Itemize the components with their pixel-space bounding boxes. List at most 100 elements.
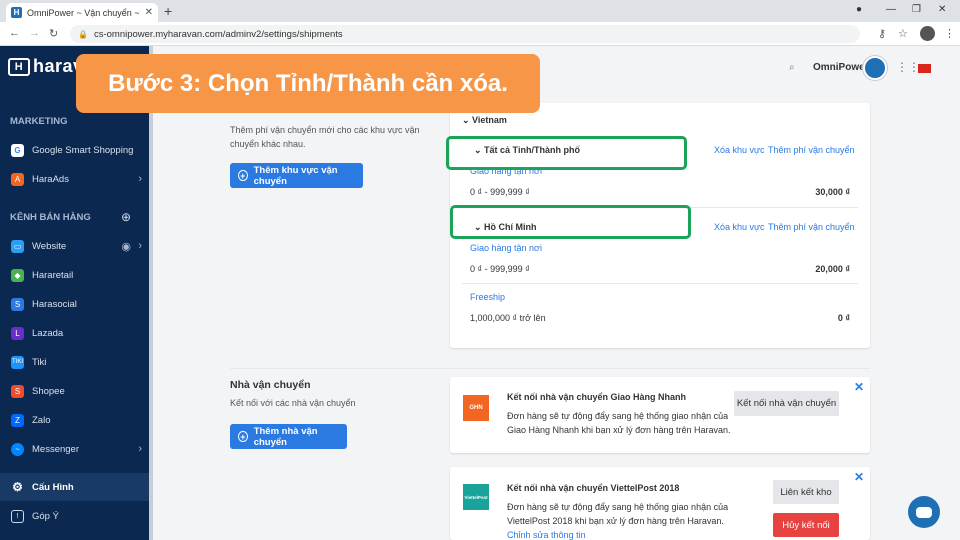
- link-warehouse-button[interactable]: Liên kết kho: [773, 480, 839, 504]
- sidebar-item-label: Tiki: [32, 356, 47, 368]
- lazada-icon: L: [11, 326, 24, 340]
- address-bar: ← → ↻ 🔒 cs-omnipower.myharavan.com/admin…: [0, 22, 960, 46]
- messenger-icon: ~: [11, 442, 24, 456]
- haravan-favicon-icon: H: [11, 7, 22, 18]
- haraads-icon: A: [11, 172, 24, 186]
- haravan-logo[interactable]: Hharav: [8, 56, 84, 77]
- website-icon: ▭: [11, 239, 24, 253]
- sidebar-item-google-smart-shopping[interactable]: G Google Smart Shopping: [0, 136, 149, 164]
- highlight-ho-chi-minh: [450, 205, 691, 239]
- shopee-icon: S: [11, 384, 24, 398]
- sidebar-item-settings[interactable]: ⚙ Cấu Hình: [0, 473, 149, 501]
- sidebar-item-shopee[interactable]: S Shopee: [0, 377, 149, 405]
- store-name[interactable]: OmniPower: [813, 62, 869, 73]
- maximize-icon[interactable]: ❐: [912, 4, 921, 15]
- zalo-icon: Z: [11, 413, 24, 427]
- search-icon[interactable]: ⌕: [789, 62, 795, 73]
- button-label: Thêm khu vực vận chuyển: [253, 164, 338, 187]
- rate-range: 0 ₫ - 999,999 ₫: [470, 187, 530, 197]
- close-tab-icon[interactable]: ✕: [145, 7, 153, 18]
- sidebar: Hharav MARKETING G Google Smart Shopping…: [0, 46, 149, 540]
- rate-price: 20,000 ₫: [815, 264, 850, 274]
- close-window-icon[interactable]: ✕: [938, 4, 946, 15]
- sidebar-item-messenger[interactable]: ~ Messenger ›: [0, 435, 149, 463]
- store-avatar[interactable]: [863, 56, 887, 80]
- sidebar-item-label: HaraAds: [32, 173, 69, 185]
- eye-icon[interactable]: ◉: [121, 240, 131, 253]
- section-marketing: MARKETING: [10, 116, 68, 127]
- plus-circle-icon: +: [238, 170, 248, 181]
- forward-icon[interactable]: →: [29, 27, 40, 39]
- add-shipping-zone-button[interactable]: + Thêm khu vực vận chuyển: [230, 163, 363, 188]
- close-icon[interactable]: ✕: [854, 470, 864, 484]
- add-carrier-button[interactable]: + Thêm nhà vận chuyển: [230, 424, 347, 449]
- chevron-right-icon: ›: [138, 173, 142, 185]
- tiki-icon: TIKI: [11, 355, 24, 369]
- carriers-description: Kết nối với các nhà vận chuyển: [230, 398, 356, 408]
- back-icon[interactable]: ←: [9, 27, 20, 39]
- sidebar-item-hararetail[interactable]: ◆ Hararetail: [0, 261, 149, 289]
- hararetail-icon: ◆: [11, 268, 24, 282]
- carrier-card-ghn: GHN Kết nối nhà vận chuyển Giao Hàng Nha…: [450, 377, 870, 453]
- add-channel-icon[interactable]: ⊕: [121, 210, 131, 224]
- disconnect-button[interactable]: Hủy kết nối: [773, 513, 839, 537]
- add-fee-link[interactable]: Thêm phí vận chuyển: [768, 145, 855, 155]
- sidebar-item-haraads[interactable]: A HaraAds ›: [0, 165, 149, 193]
- more-menu-icon[interactable]: ⋮: [944, 27, 955, 40]
- carrier-title: Kết nối nhà vận chuyển ViettelPost 2018: [507, 483, 680, 493]
- rate-price: 0 ₫: [837, 313, 850, 323]
- profile-avatar-icon[interactable]: [920, 26, 935, 41]
- zones-description: Thêm phí vận chuyển mới cho các khu vực …: [230, 125, 420, 149]
- new-tab-icon[interactable]: +: [164, 3, 172, 19]
- account-circle-icon[interactable]: ●: [856, 4, 862, 15]
- delete-zone-link[interactable]: Xóa khu vực: [714, 145, 765, 155]
- carrier-description: Đơn hàng sẽ tự động đẩy sang hệ thống gi…: [507, 502, 729, 526]
- ghn-logo: GHN: [463, 395, 489, 421]
- highlight-all-provinces: [446, 136, 687, 170]
- delete-zone-link[interactable]: Xóa khu vực: [714, 222, 765, 232]
- tutorial-step-banner: Bước 3: Chọn Tỉnh/Thành cần xóa.: [76, 54, 540, 113]
- sidebar-item-website[interactable]: ▭ Website ◉ ›: [0, 232, 149, 260]
- rate-name-link[interactable]: Giao hàng tận nơi: [470, 243, 542, 253]
- sidebar-item-tiki[interactable]: TIKI Tiki: [0, 348, 149, 376]
- chevron-right-icon: ›: [138, 240, 142, 252]
- rate-divider: [462, 283, 858, 284]
- gear-icon: ⚙: [12, 480, 23, 494]
- sidebar-item-label: Harasocial: [32, 298, 77, 310]
- sidebar-item-label: Lazada: [32, 327, 64, 339]
- viettelpost-logo: ViettelPost: [463, 484, 489, 510]
- haravan-logo-icon: H: [8, 58, 30, 77]
- google-icon: G: [11, 143, 24, 157]
- add-fee-link[interactable]: Thêm phí vận chuyển: [768, 222, 855, 232]
- close-icon[interactable]: ✕: [854, 380, 864, 394]
- section-channels: KÊNH BÁN HÀNG: [10, 212, 91, 223]
- chat-bubble-icon: [916, 506, 932, 518]
- sidebar-item-label: Website: [32, 240, 67, 252]
- edit-info-link[interactable]: Chỉnh sửa thông tin: [507, 530, 586, 540]
- sidebar-item-feedback[interactable]: ! Góp Ý: [0, 502, 149, 530]
- connect-carrier-button[interactable]: Kết nối nhà vận chuyển: [734, 391, 839, 416]
- sidebar-item-zalo[interactable]: Z Zalo: [0, 406, 149, 434]
- apps-grid-icon[interactable]: ⋮⋮: [896, 60, 920, 74]
- rate-price: 30,000 ₫: [815, 187, 850, 197]
- lock-icon: 🔒: [78, 29, 88, 39]
- sidebar-item-lazada[interactable]: L Lazada: [0, 319, 149, 347]
- chat-support-button[interactable]: [908, 496, 940, 528]
- star-icon[interactable]: ☆: [898, 27, 908, 40]
- sidebar-item-label: Hararetail: [32, 269, 74, 281]
- sidebar-item-label: Google Smart Shopping: [32, 144, 134, 156]
- carrier-title: Kết nối nhà vận chuyển Giao Hàng Nhanh: [507, 392, 687, 402]
- browser-tab[interactable]: H OmniPower ~ Vận chuyển ~ Hara ✕: [6, 3, 158, 22]
- key-icon[interactable]: ⚷: [878, 27, 886, 40]
- minimize-icon[interactable]: —: [886, 4, 896, 15]
- rate-name-link[interactable]: Freeship: [470, 292, 505, 302]
- plus-circle-icon: +: [238, 431, 248, 442]
- sidebar-item-label: Góp Ý: [32, 510, 59, 522]
- carriers-title: Nhà vận chuyển: [230, 379, 311, 391]
- vietnam-flag-icon[interactable]: [918, 64, 931, 73]
- reload-icon[interactable]: ↻: [49, 27, 58, 40]
- sidebar-item-harasocial[interactable]: S Harasocial: [0, 290, 149, 318]
- chevron-right-icon: ›: [138, 443, 142, 455]
- country-name[interactable]: ⌄ Vietnam: [462, 115, 507, 126]
- url-input[interactable]: 🔒 cs-omnipower.myharavan.com/adminv2/set…: [70, 25, 860, 43]
